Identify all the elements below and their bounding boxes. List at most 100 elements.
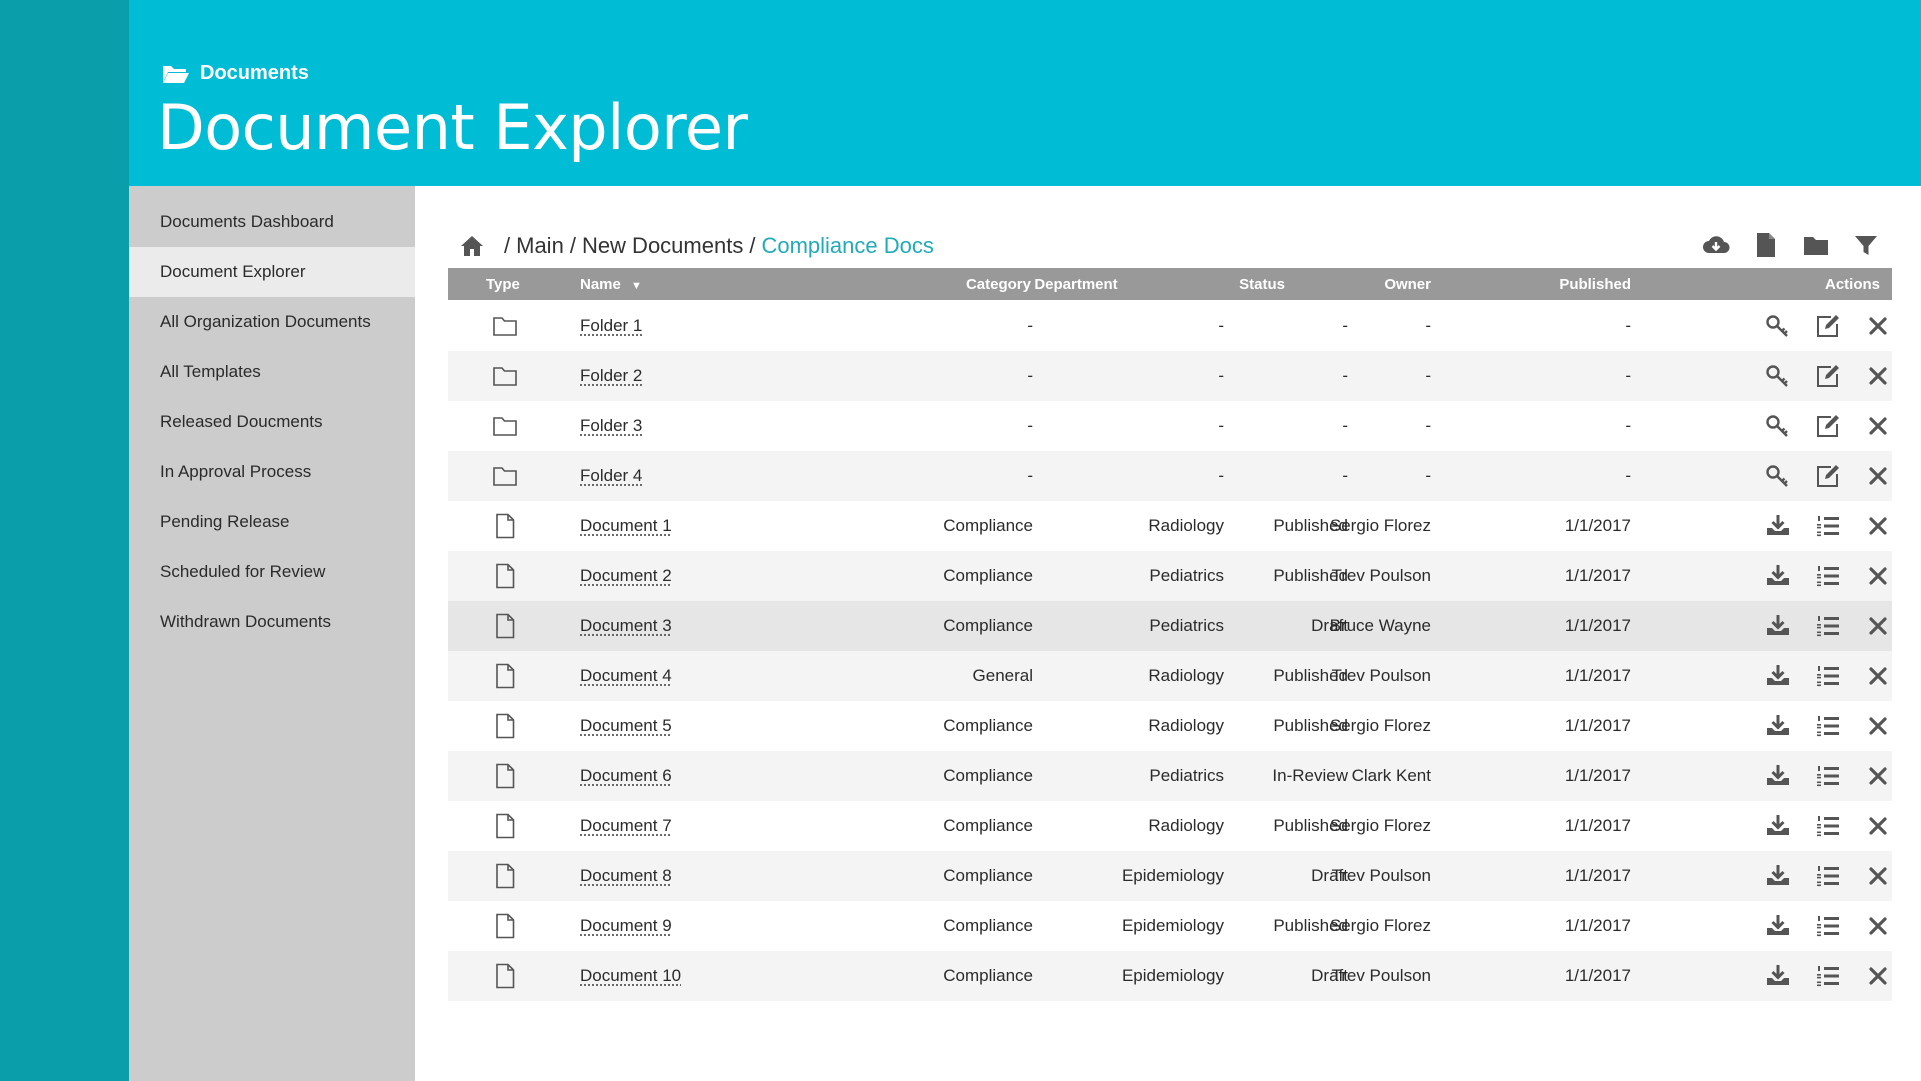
list-icon[interactable]	[1815, 563, 1841, 589]
row-name[interactable]: Document 7	[580, 816, 672, 835]
delete-icon[interactable]	[1865, 313, 1891, 339]
document-icon	[492, 713, 518, 739]
row-name[interactable]: Document 10	[580, 966, 681, 985]
filter-icon[interactable]	[1852, 231, 1880, 259]
table-row[interactable]: Folder 4-----	[448, 451, 1892, 501]
delete-icon[interactable]	[1865, 563, 1891, 589]
download-icon[interactable]	[1765, 563, 1791, 589]
edit-icon[interactable]	[1815, 413, 1841, 439]
list-icon[interactable]	[1815, 813, 1841, 839]
col-type[interactable]: Type	[486, 268, 520, 302]
table-row[interactable]: Document 6 Compliance Pediatrics In-Review C…	[448, 751, 1892, 801]
new-folder-icon[interactable]	[1802, 231, 1830, 259]
row-published: -	[1625, 416, 1631, 435]
document-icon	[492, 913, 518, 939]
key-icon[interactable]	[1765, 313, 1791, 339]
sidebar-item[interactable]: Released Doucments	[129, 397, 415, 447]
sidebar-item[interactable]: Documents Dashboard	[129, 197, 415, 247]
list-icon[interactable]	[1815, 513, 1841, 539]
table-row[interactable]: Document 10 Compliance Epidemiology Draft Tr…	[448, 951, 1892, 1001]
new-document-icon[interactable]	[1752, 231, 1780, 259]
download-icon[interactable]	[1765, 813, 1791, 839]
download-icon[interactable]	[1765, 763, 1791, 789]
edit-icon[interactable]	[1815, 313, 1841, 339]
table-row[interactable]: Document 2 Compliance Pediatrics Published T…	[448, 551, 1892, 601]
col-name[interactable]: Name ▼	[580, 268, 642, 303]
breadcrumb-new-documents[interactable]: New Documents	[582, 233, 743, 259]
table-row[interactable]: Document 1 Compliance Radiology Published Se…	[448, 501, 1892, 551]
row-name[interactable]: Document 9	[580, 916, 672, 935]
row-name[interactable]: Document 3	[580, 616, 672, 635]
col-owner[interactable]: Owner	[1231, 268, 1431, 302]
home-icon[interactable]	[460, 235, 484, 257]
row-name[interactable]: Document 5	[580, 716, 672, 735]
download-icon[interactable]	[1765, 713, 1791, 739]
col-published[interactable]: Published	[1431, 268, 1631, 302]
row-name[interactable]: Folder 4	[580, 466, 642, 485]
row-owner: Bruce Wayne	[1329, 616, 1431, 635]
row-owner: Clark Kent	[1351, 766, 1431, 785]
download-icon[interactable]	[1765, 863, 1791, 889]
table-row[interactable]: Document 3 Compliance Pediatrics Draft Bruce…	[448, 601, 1892, 651]
delete-icon[interactable]	[1865, 613, 1891, 639]
header-section[interactable]: Documents	[162, 62, 309, 85]
list-icon[interactable]	[1815, 963, 1841, 989]
delete-icon[interactable]	[1865, 513, 1891, 539]
row-name[interactable]: Document 8	[580, 866, 672, 885]
edit-icon[interactable]	[1815, 463, 1841, 489]
list-icon[interactable]	[1815, 663, 1841, 689]
col-actions: Actions	[1824, 276, 1880, 293]
breadcrumb-main[interactable]: Main	[516, 233, 564, 259]
table-row[interactable]: Document 4 General Radiology Published Trev …	[448, 651, 1892, 701]
delete-icon[interactable]	[1865, 863, 1891, 889]
row-name[interactable]: Folder 1	[580, 316, 642, 335]
list-icon[interactable]	[1815, 763, 1841, 789]
row-name[interactable]: Document 4	[580, 666, 672, 685]
delete-icon[interactable]	[1865, 713, 1891, 739]
key-icon[interactable]	[1765, 463, 1791, 489]
download-icon[interactable]	[1765, 913, 1791, 939]
sidebar-item[interactable]: Pending Release	[129, 497, 415, 547]
table-row[interactable]: Document 8 Compliance Epidemiology Draft Tre…	[448, 851, 1892, 901]
list-icon[interactable]	[1815, 713, 1841, 739]
delete-icon[interactable]	[1865, 463, 1891, 489]
list-icon[interactable]	[1815, 863, 1841, 889]
table-row[interactable]: Folder 2-----	[448, 351, 1892, 401]
list-icon[interactable]	[1815, 913, 1841, 939]
delete-icon[interactable]	[1865, 763, 1891, 789]
delete-icon[interactable]	[1865, 413, 1891, 439]
key-icon[interactable]	[1765, 363, 1791, 389]
table-row[interactable]: Folder 1-----	[448, 301, 1892, 351]
table-row[interactable]: Document 5 Compliance Radiology Published Se…	[448, 701, 1892, 751]
sidebar-item[interactable]: All Organization Documents	[129, 297, 415, 347]
key-icon[interactable]	[1765, 413, 1791, 439]
table-row[interactable]: Folder 3-----	[448, 401, 1892, 451]
download-icon[interactable]	[1765, 613, 1791, 639]
sidebar-item[interactable]: Document Explorer	[129, 247, 415, 297]
delete-icon[interactable]	[1865, 963, 1891, 989]
list-icon[interactable]	[1815, 613, 1841, 639]
delete-icon[interactable]	[1865, 913, 1891, 939]
download-icon[interactable]	[1765, 663, 1791, 689]
delete-icon[interactable]	[1865, 363, 1891, 389]
table-row[interactable]: Document 9 Compliance Epidemiology Publishe…	[448, 901, 1892, 951]
row-name[interactable]: Document 6	[580, 766, 672, 785]
row-name[interactable]: Folder 3	[580, 416, 642, 435]
cloud-download-icon[interactable]	[1702, 231, 1730, 259]
row-name[interactable]: Folder 2	[580, 366, 642, 385]
edit-icon[interactable]	[1815, 363, 1841, 389]
sidebar-item[interactable]: All Templates	[129, 347, 415, 397]
row-name[interactable]: Document 1	[580, 516, 672, 535]
sidebar-item[interactable]: Withdrawn Documents	[129, 597, 415, 647]
row-published: 1/1/2017	[1564, 566, 1631, 585]
sidebar-item[interactable]: In Approval Process	[129, 447, 415, 497]
delete-icon[interactable]	[1865, 663, 1891, 689]
document-icon	[492, 813, 518, 839]
folder-icon	[492, 313, 518, 339]
download-icon[interactable]	[1765, 513, 1791, 539]
row-name[interactable]: Document 2	[580, 566, 672, 585]
sidebar-item[interactable]: Scheduled for Review	[129, 547, 415, 597]
table-row[interactable]: Document 7 Compliance Radiology Published Se…	[448, 801, 1892, 851]
delete-icon[interactable]	[1865, 813, 1891, 839]
download-icon[interactable]	[1765, 963, 1791, 989]
